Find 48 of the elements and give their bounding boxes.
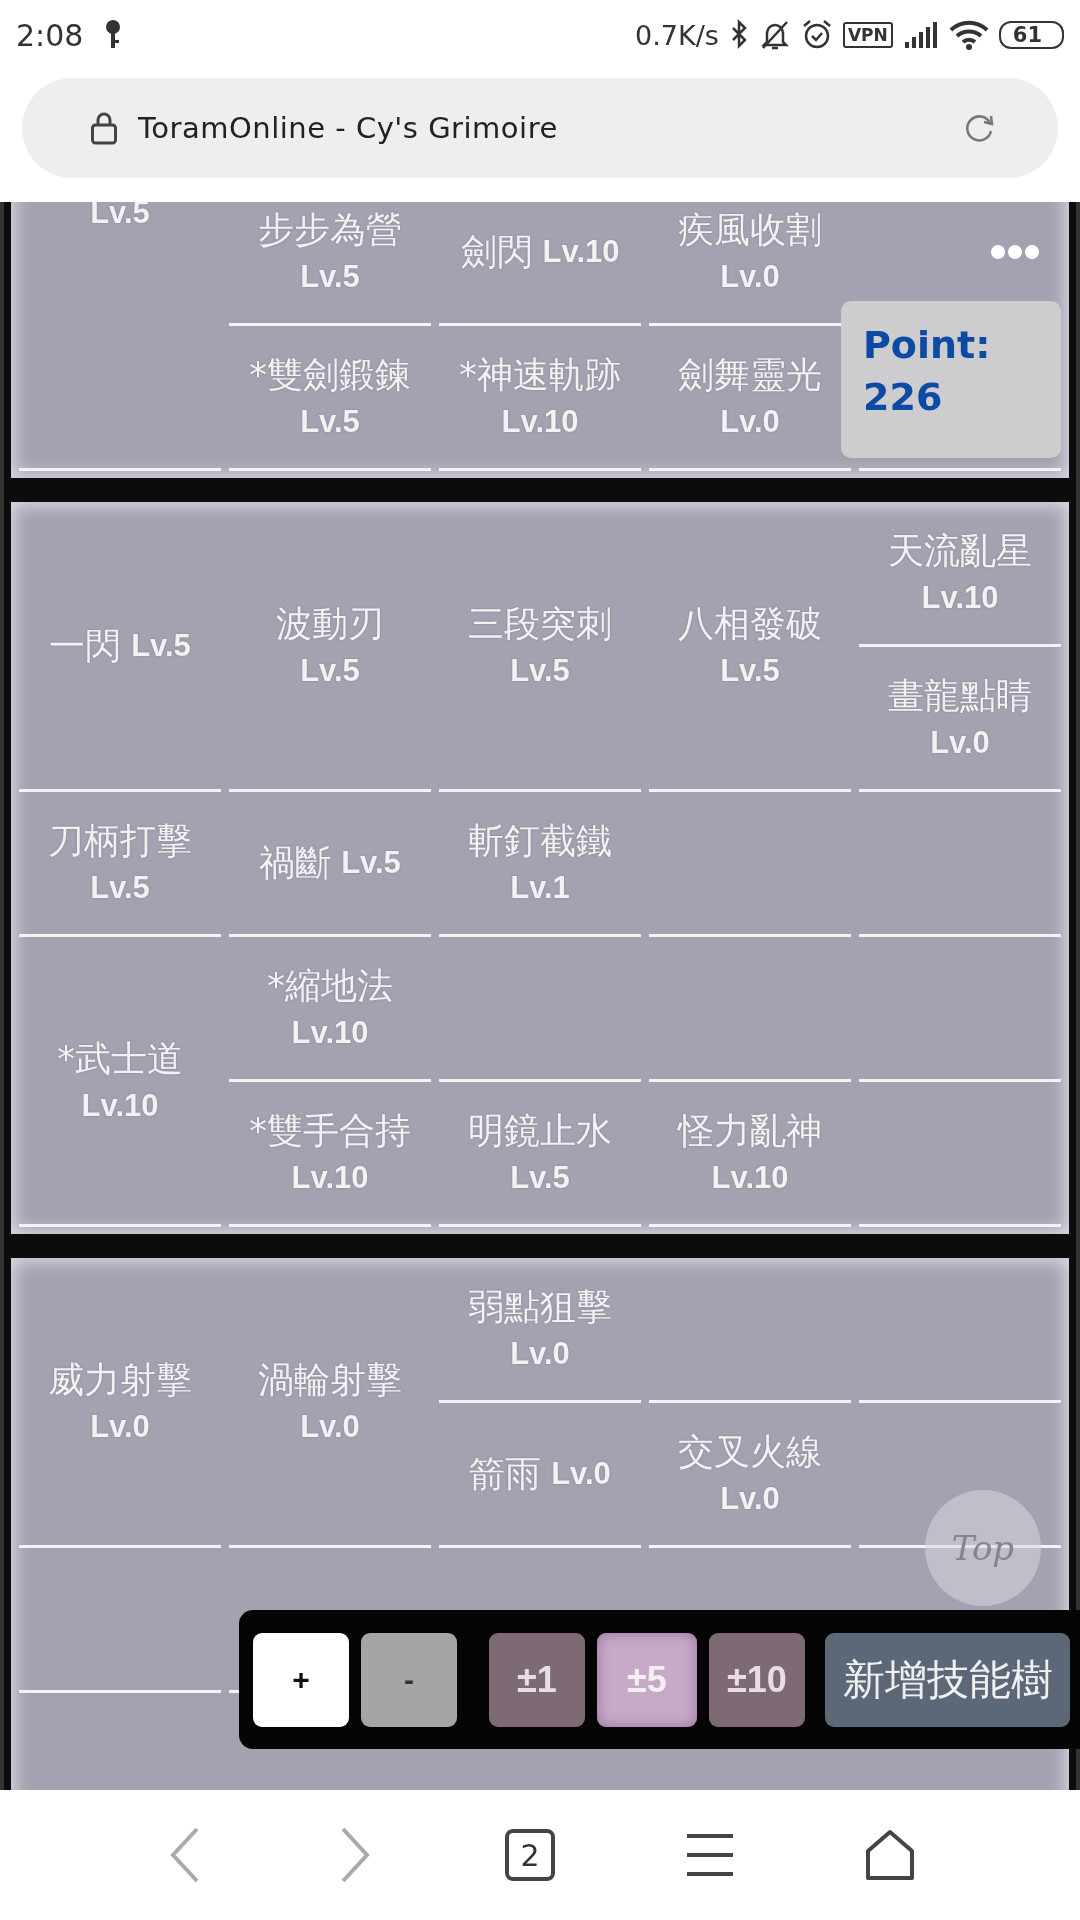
skill-node[interactable]: 畫龍點睛 Lv.0 <box>888 671 1032 765</box>
skill-node[interactable]: 渦輪射擊 Lv.0 <box>258 1354 402 1449</box>
skill-node[interactable]: *武士道 Lv.10 <box>57 1033 183 1128</box>
skill-node[interactable]: 弱點狙擊 Lv.0 <box>468 1282 612 1376</box>
skill-node[interactable]: 箭雨 Lv.0 <box>469 1449 611 1499</box>
skill-node[interactable]: *神速軌跡 Lv.10 <box>459 350 621 444</box>
points-label: Point: <box>863 322 991 369</box>
skill-node[interactable]: 交叉火線 Lv.0 <box>678 1427 822 1521</box>
skill-node[interactable]: Lv.5 <box>90 202 150 235</box>
top-button[interactable]: Top <box>925 1490 1041 1606</box>
step-button[interactable]: ±10 <box>709 1632 805 1727</box>
wifi-icon <box>948 19 989 51</box>
menu-icon[interactable] <box>685 1832 735 1878</box>
more-icon[interactable] <box>990 244 1040 260</box>
skill-node[interactable]: 明鏡止水 Lv.5 <box>468 1106 612 1200</box>
points-value: 226 <box>863 374 943 421</box>
skill-node[interactable]: 天流亂星 Lv.10 <box>888 526 1032 620</box>
skill-node[interactable]: 一閃 Lv.5 <box>49 620 191 671</box>
network-speed: 0.7K/s <box>635 19 719 51</box>
address-bar[interactable]: ToramOnline - Cy's Grimoire <box>22 78 1058 178</box>
signal-icon <box>902 20 939 50</box>
skill-node[interactable]: 波動刃 Lv.5 <box>276 598 384 693</box>
mode-button[interactable]: - <box>361 1632 457 1727</box>
clock-time: 2:08 <box>16 17 84 53</box>
skill-node[interactable]: 刀柄打擊 Lv.5 <box>48 816 192 910</box>
vpn-badge: VPN <box>842 22 893 48</box>
battery-indicator: 61 <box>998 21 1064 49</box>
skill-node[interactable]: 斬釘截鐵 Lv.1 <box>468 816 612 910</box>
skill-node[interactable]: 疾風收割 Lv.0 <box>678 205 822 299</box>
skill-node[interactable]: 劍閃 Lv.10 <box>460 227 620 277</box>
new-tree-button[interactable]: 新增技能樹 <box>825 1632 1070 1727</box>
skill-node[interactable]: 怪力亂神 Lv.10 <box>678 1106 822 1200</box>
skill-node[interactable]: 威力射擊 Lv.0 <box>48 1354 192 1449</box>
skill-node[interactable]: 步步為營 Lv.5 <box>258 205 402 299</box>
skill-node[interactable]: 三段突刺 Lv.5 <box>468 598 612 693</box>
mode-button[interactable]: + <box>253 1632 349 1727</box>
skill-node[interactable]: *縮地法 Lv.10 <box>267 961 393 1055</box>
lock-icon <box>90 111 118 145</box>
step-button[interactable]: ±5 <box>597 1632 697 1727</box>
skill-node[interactable]: *雙手合持 Lv.10 <box>249 1106 411 1200</box>
skill-node[interactable]: 八相發破 Lv.5 <box>678 598 822 693</box>
page-title: ToramOnline - Cy's Grimoire <box>138 111 558 145</box>
tabs-button[interactable]: 2 <box>505 1829 555 1881</box>
home-icon[interactable] <box>865 1829 915 1881</box>
skill-node[interactable]: 劍舞靈光 Lv.0 <box>678 350 822 444</box>
skill-node[interactable]: 禍斷 Lv.5 <box>259 838 401 888</box>
skill-node[interactable]: *雙劍鍛鍊 Lv.5 <box>249 350 411 444</box>
step-button[interactable]: ±1 <box>489 1632 585 1727</box>
